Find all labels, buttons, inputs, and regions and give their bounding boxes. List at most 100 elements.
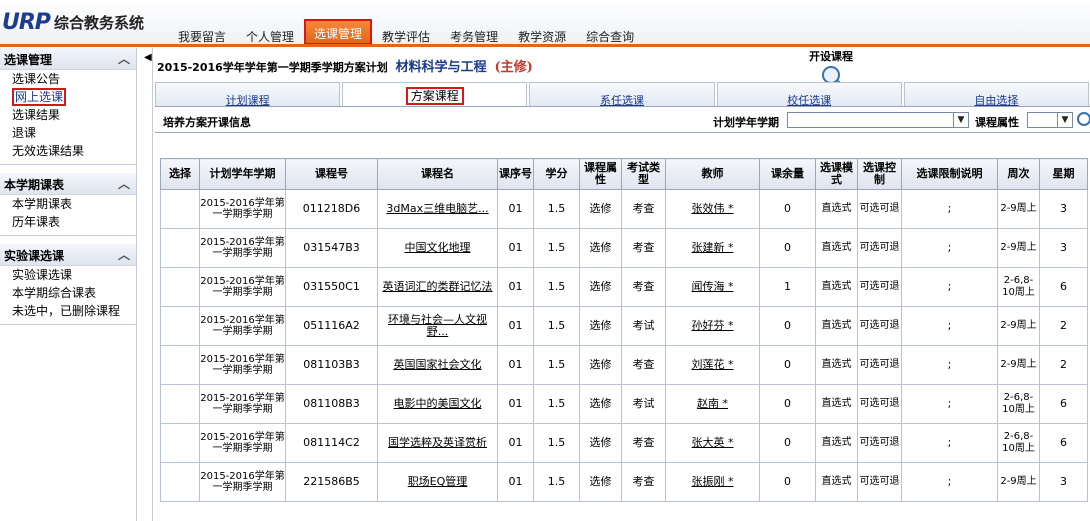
chevron-down-icon[interactable]: ▼ [953, 113, 968, 127]
tab-school-electives[interactable]: 校任选课 [716, 82, 902, 107]
cell-seq: 01 [497, 189, 534, 229]
cell-ctrl: 可选可退 [857, 384, 902, 424]
cell-term: 2015-2016学年第一学期季学期 [199, 384, 286, 424]
teacher-link[interactable]: 张建新 * [692, 241, 734, 254]
cell-day: 3 [1039, 228, 1088, 268]
cell-select[interactable] [160, 189, 200, 229]
teacher-link[interactable]: 孙好芬 * [692, 319, 734, 332]
sidebar-item-invalid[interactable]: 无效选课结果 [0, 142, 136, 160]
sidebar-item-results[interactable]: 选课结果 [0, 106, 136, 124]
cell-select[interactable] [160, 423, 200, 463]
cell-code: 031547B3 [285, 228, 378, 268]
chevron-up-icon[interactable]: ︿ [118, 175, 130, 192]
tab-plan-courses[interactable]: 计划课程 [155, 82, 341, 107]
cell-name: 环境与社会—人文视野... [377, 306, 498, 346]
nav-tab-course-selection[interactable]: 选课管理 [304, 19, 373, 45]
nav-tab-query[interactable]: 综合查询 [576, 22, 644, 44]
cell-remain: 0 [759, 345, 816, 385]
nav-tab-message[interactable]: 我要留言 [168, 22, 236, 44]
chevron-up-icon[interactable]: ︿ [118, 50, 130, 67]
sidebar-item-deleted-courses[interactable]: 未选中，已删除课程 [0, 302, 136, 320]
sidebar-item-announcement[interactable]: 选课公告 [0, 70, 136, 88]
sidebar-item-combined-timetable[interactable]: 本学期综合课表 [0, 284, 136, 302]
course-link[interactable]: 英国国家社会文化 [394, 358, 482, 371]
sidebar-group-header[interactable]: 选课管理 ︿ [0, 48, 136, 70]
teacher-link[interactable]: 闻传海 * [692, 280, 734, 293]
cell-name: 职场EQ管理 [377, 462, 498, 502]
teacher-link[interactable]: 张效伟 * [692, 202, 734, 215]
term-label: 计划学年学期 [713, 116, 779, 129]
nav-tab-evaluation[interactable]: 教学评估 [372, 22, 440, 44]
cell-weeks: 2-9周上 [997, 462, 1040, 502]
cell-select[interactable] [160, 228, 200, 268]
search-icon[interactable] [1077, 112, 1090, 126]
teacher-link[interactable]: 张振刚 * [692, 475, 734, 488]
plan-heading: 2015-2016学年学年第一学期季学期方案计划 材料科学与工程 (主修) [157, 56, 533, 75]
cell-attr: 选修 [579, 345, 622, 385]
tab-free-choice[interactable]: 自由选择 [903, 82, 1090, 107]
cell-remain: 0 [759, 462, 816, 502]
col-control: 选课控制 [857, 158, 902, 190]
cell-remain: 0 [759, 423, 816, 463]
col-seq: 课序号 [497, 158, 534, 190]
cell-code: 031550C1 [285, 267, 378, 307]
course-link[interactable]: 电影中的美国文化 [394, 397, 482, 410]
sidebar-item-current-timetable[interactable]: 本学期课表 [0, 195, 136, 213]
col-limit: 选课限制说明 [901, 158, 998, 190]
open-course-button[interactable]: 开设课程 [809, 48, 853, 84]
table-row: 2015-2016学年第一学期季学期 031550C1 英语词汇的类群记忆法 01 1.… [160, 267, 1088, 307]
cell-attr: 选修 [579, 306, 622, 346]
cell-select[interactable] [160, 267, 200, 307]
nav-tab-personal[interactable]: 个人管理 [236, 22, 304, 44]
cell-teacher: 张建新 * [665, 228, 760, 268]
sidebar-group-header[interactable]: 本学期课表 ︿ [0, 173, 136, 195]
cell-select[interactable] [160, 384, 200, 424]
course-link[interactable]: 英语词汇的类群记忆法 [383, 280, 493, 293]
teacher-link[interactable]: 张大英 * [692, 436, 734, 449]
cell-name: 英国国家社会文化 [377, 345, 498, 385]
tab-program-courses[interactable]: 方案课程 [342, 82, 528, 106]
col-code: 课程号 [285, 158, 378, 190]
sidebar-group-lab: 实验课选课 ︿ 实验课选课 本学期综合课表 未选中，已删除课程 [0, 244, 136, 325]
course-table-body: 2015-2016学年第一学期季学期 011218D6 3dMax三维电脑艺... 0… [160, 189, 1088, 502]
teacher-link[interactable]: 赵南 * [697, 397, 728, 410]
cell-select[interactable] [160, 345, 200, 385]
plan-term-text: 2015-2016学年学年第一学期季学期方案计划 [157, 61, 388, 74]
chevron-down-icon[interactable]: ▼ [1057, 113, 1072, 127]
nav-tab-resources[interactable]: 教学资源 [508, 22, 576, 44]
logo-urp: URP [2, 9, 51, 35]
cell-mode: 直选式 [815, 423, 858, 463]
cell-exam: 考查 [621, 228, 666, 268]
cell-limit: ; [901, 345, 998, 385]
cell-select[interactable] [160, 462, 200, 502]
cell-day: 3 [1039, 189, 1088, 229]
col-select: 选择 [160, 158, 200, 190]
attr-select[interactable]: ▼ [1027, 112, 1073, 128]
course-link[interactable]: 环境与社会—人文视野... [388, 313, 487, 338]
teacher-link[interactable]: 刘莲花 * [692, 358, 734, 371]
sidebar-group-header[interactable]: 实验课选课 ︿ [0, 244, 136, 266]
sidebar-item-drop[interactable]: 退课 [0, 124, 136, 142]
course-link[interactable]: 职场EQ管理 [408, 475, 468, 488]
chevron-up-icon[interactable]: ︿ [118, 246, 130, 263]
sidebar-group-course: 选课管理 ︿ 选课公告 网上选课 选课结果 退课 无效选课结果 [0, 48, 136, 165]
cell-name: 中国文化地理 [377, 228, 498, 268]
cell-term: 2015-2016学年第一学期季学期 [199, 228, 286, 268]
tab-dept-electives[interactable]: 系任选课 [529, 82, 715, 107]
sidebar-item-lab-selection[interactable]: 实验课选课 [0, 266, 136, 284]
sidebar-item-online-selection[interactable]: 网上选课 [0, 88, 136, 106]
sidebar-item-history-timetable[interactable]: 历年课表 [0, 213, 136, 231]
nav-tab-exam[interactable]: 考务管理 [440, 22, 508, 44]
cell-select[interactable] [160, 306, 200, 346]
cell-term: 2015-2016学年第一学期季学期 [199, 345, 286, 385]
collapse-sidebar-icon[interactable]: ◀ [144, 52, 152, 63]
course-link[interactable]: 3dMax三维电脑艺... [386, 202, 488, 215]
cell-credit: 1.5 [533, 423, 580, 463]
term-select[interactable]: ▼ [787, 112, 969, 128]
course-link[interactable]: 中国文化地理 [405, 241, 471, 254]
cell-seq: 01 [497, 462, 534, 502]
course-link[interactable]: 国学选粹及英译赏析 [388, 436, 487, 449]
cell-mode: 直选式 [815, 228, 858, 268]
cell-attr: 选修 [579, 423, 622, 463]
col-weeks: 周次 [997, 158, 1040, 190]
